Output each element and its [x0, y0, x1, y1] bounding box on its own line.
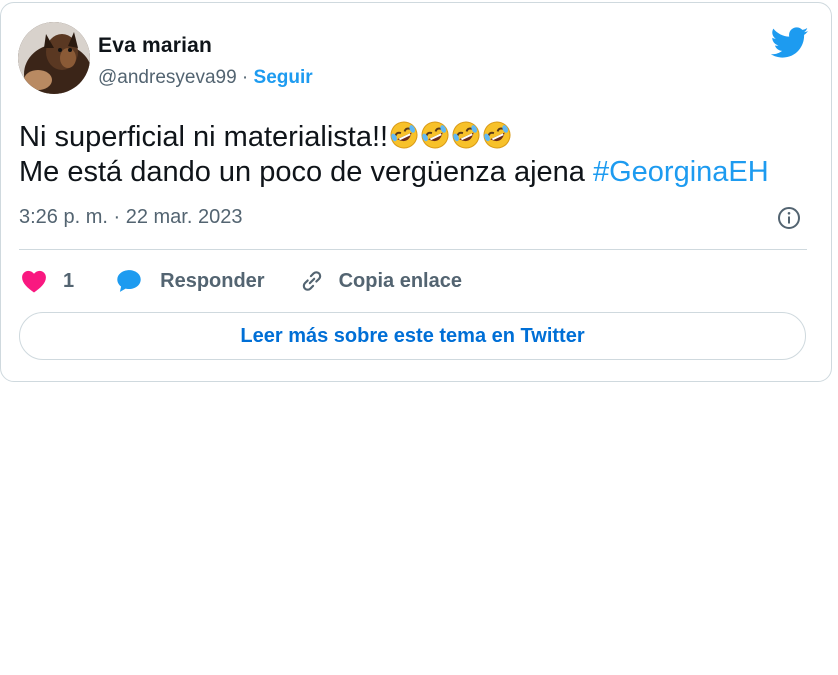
reply-label: Responder: [160, 269, 265, 292]
tweet-text-line-1: Ni superficial ni materialista!!: [19, 120, 769, 155]
rolling-on-floor-laughing-emoji: [452, 121, 480, 149]
like-button[interactable]: 1: [21, 269, 74, 293]
heart-icon: [22, 270, 46, 293]
emoji-group: [388, 121, 512, 153]
tweet-card: Eva marian @andresyeva99 · Seguir Ni sup…: [0, 2, 832, 382]
divider: [19, 249, 807, 250]
handle-separator: ·: [236, 67, 254, 88]
tweet-timestamp[interactable]: 3:26 p. m. · 22 mar. 2023: [19, 206, 242, 229]
action-bar: 1 Responder Copia enlace: [21, 266, 462, 296]
link-icon: [302, 271, 321, 291]
like-count: 1: [63, 269, 75, 292]
tweet-text-line-1-content: Ni superficial ni materialista!!: [19, 121, 389, 153]
author-name[interactable]: Eva marian: [98, 34, 212, 58]
rolling-on-floor-laughing-emoji: [483, 121, 511, 149]
copy-link-label: Copia enlace: [338, 269, 462, 292]
read-more-button[interactable]: Leer más sobre este tema en Twitter: [19, 312, 806, 360]
tweet-text: Ni superficial ni materialista!! Me está…: [19, 120, 769, 190]
author-handle[interactable]: @andresyeva99: [98, 67, 237, 88]
speech-bubble-icon: [117, 270, 141, 292]
tweet-text-line-2: Me está dando un poco de vergüenza ajena…: [19, 155, 769, 190]
copy-link-button[interactable]: Copia enlace: [299, 268, 462, 294]
reply-button[interactable]: Responder: [116, 269, 265, 293]
rolling-on-floor-laughing-emoji: [421, 121, 449, 149]
hashtag-link[interactable]: #GeorginaEH: [593, 156, 769, 188]
avatar[interactable]: [18, 22, 90, 94]
follow-button[interactable]: Seguir: [254, 67, 313, 88]
rolling-on-floor-laughing-emoji: [390, 121, 418, 149]
tweet-text-line-2-content: Me está dando un poco de vergüenza ajena: [19, 156, 593, 188]
twitter-bird-icon[interactable]: [771, 27, 809, 59]
info-icon[interactable]: [777, 206, 801, 230]
author-handle-row: @andresyeva99 · Seguir: [98, 67, 313, 89]
